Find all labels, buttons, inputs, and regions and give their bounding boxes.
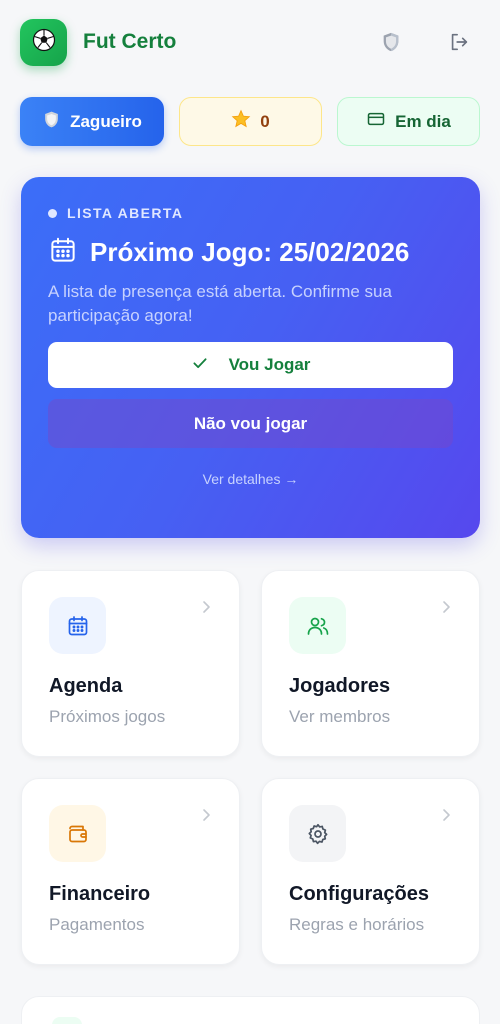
tile-jogadores[interactable]: Jogadores Ver membros xyxy=(261,570,480,757)
home-screen: Fut Certo Zagueiro 0 Em dia LISTA ABERTA… xyxy=(0,0,500,1024)
chevron-right-icon xyxy=(441,807,453,828)
game-title-row: Próximo Jogo: 25/02/2026 xyxy=(48,235,453,270)
tile-agenda[interactable]: Agenda Próximos jogos xyxy=(21,570,240,757)
tile-title: Financeiro xyxy=(49,883,151,905)
app-logo xyxy=(20,18,67,66)
logout-icon[interactable] xyxy=(444,27,474,57)
status-pills: Zagueiro 0 Em dia xyxy=(20,97,480,146)
chevron-right-icon xyxy=(441,599,453,620)
wallet-icon xyxy=(49,805,106,862)
chevron-right-icon xyxy=(201,599,213,620)
stars-badge[interactable]: 0 xyxy=(179,97,322,146)
confirm-attendance-button[interactable]: Vou Jogar xyxy=(48,342,453,388)
tile-financeiro[interactable]: Financeiro Pagamentos xyxy=(21,778,240,965)
tile-subtitle: Pagamentos xyxy=(49,915,145,934)
tile-subtitle: Ver membros xyxy=(289,707,391,726)
game-title: Próximo Jogo: 25/02/2026 xyxy=(90,237,410,267)
shield-icon[interactable] xyxy=(376,27,406,57)
users-icon xyxy=(289,597,346,654)
decline-attendance-button[interactable]: Não vou jogar xyxy=(48,399,453,448)
confirm-label: Vou Jogar xyxy=(228,355,311,374)
stars-count: 0 xyxy=(260,111,270,131)
app-title: Fut Certo xyxy=(83,30,177,53)
soccer-ball-icon xyxy=(32,28,56,57)
card-icon-background xyxy=(52,1017,82,1024)
tile-title: Agenda xyxy=(49,675,123,697)
next-game-card: LISTA ABERTA Próximo Jogo: 25/02/2026 A … xyxy=(21,177,480,538)
shield-icon xyxy=(42,110,61,134)
finance-badge[interactable]: Em dia xyxy=(337,97,480,146)
status-dot xyxy=(48,208,57,218)
game-description: A lista de presença está aberta. Confirm… xyxy=(48,282,392,325)
partial-bottom-card[interactable] xyxy=(21,996,480,1024)
list-status-label: LISTA ABERTA xyxy=(67,205,184,221)
game-details-link[interactable]: Ver detalhes → xyxy=(48,471,453,487)
role-label: Zagueiro xyxy=(70,111,142,131)
list-status: LISTA ABERTA xyxy=(48,205,453,221)
tile-subtitle: Regras e horários xyxy=(289,915,425,934)
app-header: Fut Certo xyxy=(20,18,480,66)
calendar-icon xyxy=(48,235,78,270)
chevron-right-icon xyxy=(201,807,213,828)
role-badge[interactable]: Zagueiro xyxy=(20,97,164,146)
tile-configuracoes[interactable]: Configurações Regras e horários xyxy=(261,778,480,965)
check-icon xyxy=(191,354,209,377)
star-icon xyxy=(231,109,251,134)
tile-subtitle: Próximos jogos xyxy=(49,707,166,726)
credit-card-icon xyxy=(366,109,386,134)
tile-title: Configurações xyxy=(289,883,430,905)
header-actions xyxy=(376,27,474,57)
gear-icon xyxy=(289,805,346,862)
calendar-icon xyxy=(49,597,106,654)
tile-title: Jogadores xyxy=(289,675,391,697)
finance-label: Em dia xyxy=(395,111,451,131)
